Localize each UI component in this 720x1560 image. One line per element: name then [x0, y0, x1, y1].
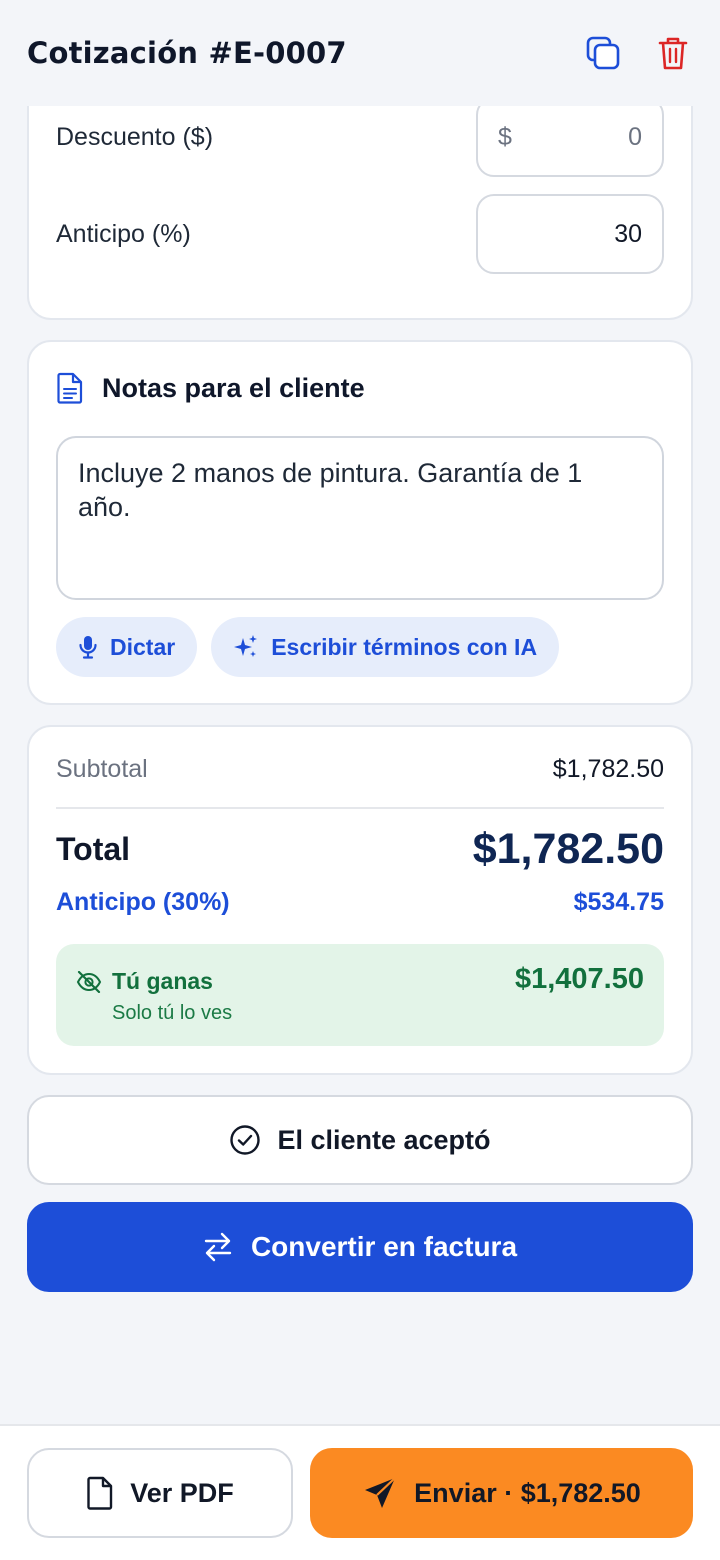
sparkles-icon	[234, 635, 258, 657]
discount-value: 0	[628, 122, 642, 151]
notes-title: Notas para el cliente	[102, 372, 365, 403]
convert-to-invoice-button[interactable]: Convertir en factura	[27, 1202, 693, 1292]
ai-terms-label: Escribir términos con IA	[271, 633, 538, 660]
divider	[56, 807, 664, 809]
dictate-label: Dictar	[110, 633, 176, 660]
page-title: Cotización #E-0007	[27, 36, 347, 70]
document-icon	[57, 372, 83, 404]
notes-card: Notas para el cliente Incluye 2 manos de…	[27, 340, 693, 705]
send-icon	[365, 1477, 396, 1508]
send-button[interactable]: Enviar · $1,782.50	[310, 1448, 693, 1538]
deposit-total-value: $534.75	[573, 888, 664, 916]
deposit-total-row: Anticipo (30%) $534.75	[56, 888, 664, 917]
duplicate-button[interactable]	[583, 33, 623, 73]
subtotal-row: Subtotal $1,782.50	[56, 755, 664, 784]
app-header: Cotización #E-0007	[0, 0, 720, 106]
profit-value: $1,407.50	[514, 963, 644, 995]
deposit-value: 30	[614, 219, 642, 248]
check-circle-icon	[230, 1125, 261, 1155]
client-accepted-button[interactable]: El cliente aceptó	[27, 1095, 693, 1185]
subtotal-label: Subtotal	[56, 755, 148, 783]
convert-to-invoice-label: Convertir en factura	[250, 1231, 518, 1262]
trash-icon	[658, 37, 688, 70]
swap-arrows-icon	[204, 1232, 232, 1262]
notes-textarea[interactable]: Incluye 2 manos de pintura. Garantía de …	[56, 436, 664, 600]
notes-header: Notas para el cliente	[56, 372, 365, 404]
profit-panel: Tú ganas Solo tú lo ves $1,407.50	[56, 944, 664, 1046]
eye-off-icon	[76, 970, 102, 993]
totals-card: Subtotal $1,782.50 Total $1,782.50 Antic…	[27, 725, 693, 1075]
file-icon	[87, 1476, 113, 1510]
view-pdf-button[interactable]: Ver PDF	[27, 1448, 293, 1538]
deposit-total-label: Anticipo (30%)	[56, 888, 230, 916]
deposit-input[interactable]: 30	[476, 194, 664, 274]
currency-prefix: $	[498, 122, 512, 151]
total-value: $1,782.50	[472, 825, 664, 873]
ai-terms-button[interactable]: Escribir términos con IA	[211, 617, 560, 677]
duplicate-icon	[586, 36, 620, 70]
discount-row: Descuento ($) $ 0	[56, 97, 664, 177]
deposit-label: Anticipo (%)	[56, 219, 191, 248]
view-pdf-label: Ver PDF	[130, 1477, 234, 1508]
profit-title-row: Tú ganas	[76, 968, 213, 995]
delete-button[interactable]	[653, 33, 693, 73]
subtotal-value: $1,782.50	[552, 755, 664, 783]
profit-title: Tú ganas	[112, 968, 213, 994]
discount-label: Descuento ($)	[56, 122, 214, 151]
client-accepted-label: El cliente aceptó	[277, 1124, 491, 1155]
discount-input[interactable]: $ 0	[476, 97, 664, 177]
header-actions	[583, 33, 693, 73]
notes-actions: Dictar Escribir términos con IA	[56, 617, 560, 677]
dictate-button[interactable]: Dictar	[56, 617, 198, 677]
bottom-action-bar: Ver PDF Enviar · $1,782.50	[0, 1424, 720, 1560]
profit-subtitle: Solo tú lo ves	[112, 1002, 233, 1024]
total-label: Total	[56, 831, 131, 867]
total-row: Total $1,782.50	[56, 825, 664, 874]
deposit-row: Anticipo (%) 30	[56, 194, 664, 274]
microphone-icon	[79, 636, 97, 659]
send-label: Enviar · $1,782.50	[414, 1477, 641, 1508]
